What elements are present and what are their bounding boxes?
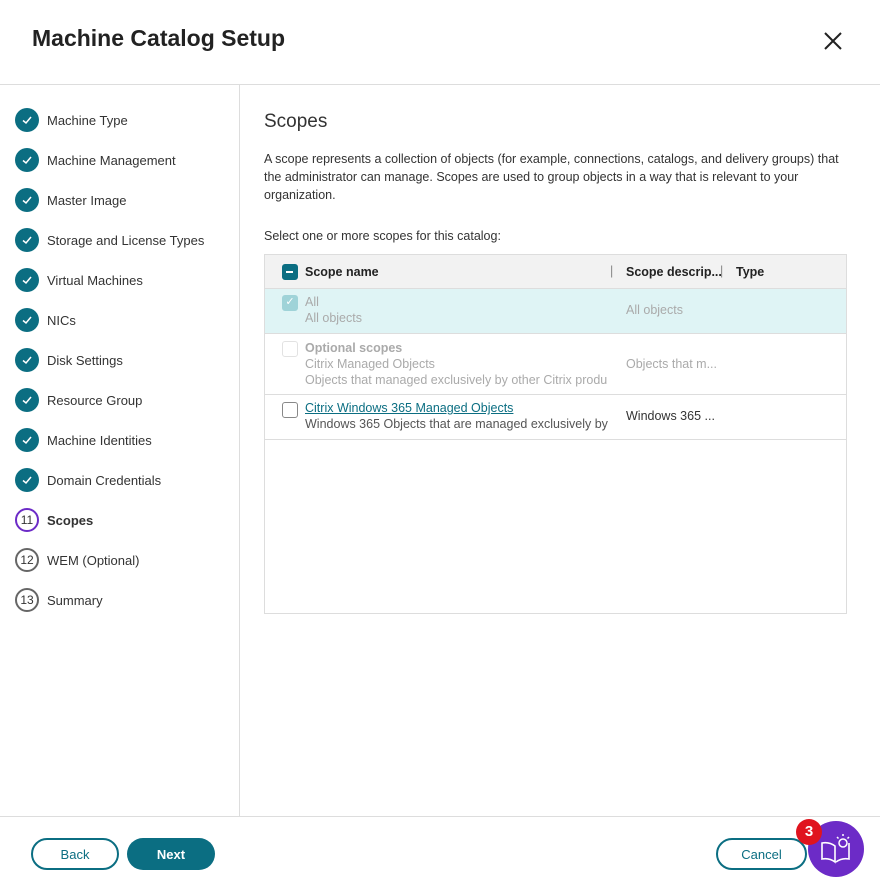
step-label: Machine Identities	[47, 432, 152, 448]
table-header: Scope name | Scope descrip... | Type	[265, 255, 846, 289]
scope-name-link[interactable]: Citrix Windows 365 Managed Objects	[305, 401, 513, 415]
notification-badge: 3	[796, 819, 822, 845]
table-row[interactable]: Citrix Windows 365 Managed Objects Windo…	[265, 395, 846, 440]
check-circle-icon	[15, 388, 39, 412]
step-label: Domain Credentials	[47, 472, 162, 488]
scopes-table: Scope name | Scope descrip... | Type ✓ A…	[264, 254, 847, 614]
step-label: Virtual Machines	[47, 272, 143, 288]
scope-description: All objects	[626, 303, 683, 317]
row-checkbox	[282, 341, 298, 357]
column-divider[interactable]: |	[720, 264, 723, 278]
cancel-button[interactable]: Cancel	[716, 838, 807, 870]
scope-subtext: Windows 365 Objects that are managed exc…	[305, 417, 608, 431]
check-circle-icon	[15, 308, 39, 332]
next-button[interactable]: Next	[127, 838, 215, 870]
wizard-steps: Machine Type Machine Management Master Ima…	[0, 85, 240, 816]
step-machine-identities[interactable]: Machine Identities	[15, 428, 152, 452]
step-nics[interactable]: NICs	[15, 308, 76, 332]
step-disk-settings[interactable]: Disk Settings	[15, 348, 123, 372]
select-label: Select one or more scopes for this catal…	[264, 229, 501, 243]
column-type[interactable]: Type	[736, 265, 764, 279]
check-circle-icon	[15, 268, 39, 292]
check-circle-icon	[15, 188, 39, 212]
check-circle-icon	[15, 468, 39, 492]
step-wem-optional[interactable]: 12 WEM (Optional)	[15, 548, 139, 572]
step-label: Master Image	[47, 192, 127, 208]
table-row[interactable]: ✓ All All objects All objects	[265, 289, 846, 334]
check-circle-icon	[15, 228, 39, 252]
scope-subtext: Objects that managed exclusively by othe…	[305, 373, 608, 387]
step-label: Scopes	[47, 512, 94, 528]
step-machine-management[interactable]: Machine Management	[15, 148, 176, 172]
step-label: NICs	[47, 312, 76, 328]
dialog-footer: Back Next Cancel 3	[0, 816, 880, 878]
step-label: Disk Settings	[47, 352, 123, 368]
check-circle-icon	[15, 428, 39, 452]
step-label: Storage and License Types	[47, 232, 205, 248]
scope-description: Windows 365 ...	[626, 409, 715, 423]
step-scopes[interactable]: 11 Scopes	[15, 508, 93, 532]
scope-subtext: All objects	[305, 311, 362, 325]
step-number: 13	[15, 588, 39, 612]
scope-name: All	[305, 295, 319, 309]
section-description: A scope represents a collection of objec…	[264, 152, 839, 202]
column-scope-name[interactable]: Scope name	[305, 265, 379, 279]
dialog-title: Machine Catalog Setup	[32, 25, 286, 51]
step-number: 11	[15, 508, 39, 532]
scope-description: Objects that m...	[626, 357, 718, 371]
table-row: Optional scopes Citrix Managed Objects O…	[265, 334, 846, 395]
back-button[interactable]: Back	[31, 838, 119, 870]
row-checkbox[interactable]	[282, 402, 298, 418]
step-summary[interactable]: 13 Summary	[15, 588, 103, 612]
column-scope-description[interactable]: Scope descrip...	[626, 265, 722, 279]
check-circle-icon	[15, 348, 39, 372]
select-all-checkbox[interactable]	[282, 264, 298, 280]
step-resource-group[interactable]: Resource Group	[15, 388, 142, 412]
check-circle-icon	[15, 148, 39, 172]
step-label: Machine Management	[47, 152, 176, 168]
step-label: Resource Group	[47, 392, 143, 408]
step-number: 12	[15, 548, 39, 572]
step-label: Summary	[47, 592, 103, 608]
row-checkbox: ✓	[282, 295, 298, 311]
step-machine-type[interactable]: Machine Type	[15, 108, 128, 132]
step-storage-and-license-types[interactable]: Storage and License Types	[15, 228, 204, 252]
check-circle-icon	[15, 108, 39, 132]
scope-group: Optional scopes	[305, 341, 403, 355]
step-domain-credentials[interactable]: Domain Credentials	[15, 468, 161, 492]
step-virtual-machines[interactable]: Virtual Machines	[15, 268, 143, 292]
step-master-image[interactable]: Master Image	[15, 188, 126, 212]
section-title: Scopes	[264, 111, 328, 132]
step-label: WEM (Optional)	[47, 552, 140, 568]
step-label: Machine Type	[47, 112, 128, 128]
column-divider[interactable]: |	[610, 264, 613, 278]
dialog-header: Machine Catalog Setup	[0, 0, 880, 85]
scope-name: Citrix Managed Objects	[305, 357, 435, 371]
close-icon[interactable]	[820, 28, 846, 54]
